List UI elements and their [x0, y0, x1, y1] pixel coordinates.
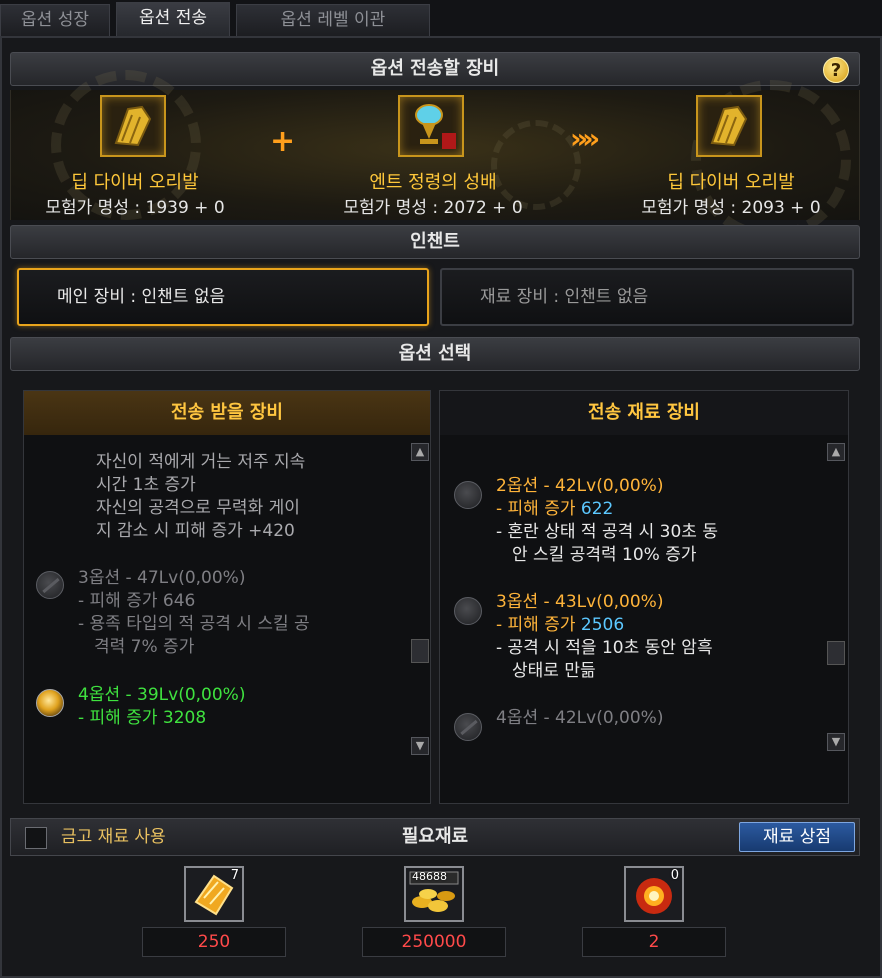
required-materials-title: 필요재료	[401, 826, 469, 847]
receive-equipment-panel: 전송 받을 장비 자신이 적에게 거는 저주 지속 시간 1초 증가 자신의 공…	[23, 390, 431, 804]
damage-label: - 피해 증가	[496, 615, 581, 635]
material-equipment-name: 엔트 정령의 성배	[369, 172, 497, 193]
material-owned-count: 7	[230, 868, 239, 883]
material-required-amount: 2	[582, 927, 726, 957]
scroll-up-icon[interactable]: ▲	[827, 443, 845, 461]
scroll-down-icon[interactable]: ▼	[827, 733, 845, 751]
material-option-2-damage: - 피해 증가 622	[496, 498, 613, 521]
continued-option-line: 시간 1초 증가	[96, 475, 196, 495]
receive-option-3-line: - 피해 증가 646	[78, 591, 196, 611]
main-equipment-name: 딥 다이버 오리발	[71, 172, 199, 193]
main-equipment-flippers-icon[interactable]	[100, 95, 166, 157]
tab-bar: 옵션 성장 옵션 전송 옵션 레벨 이관	[0, 0, 882, 36]
receive-panel-title: 전송 받을 장비	[24, 391, 430, 435]
scroll-down-icon[interactable]: ▼	[411, 737, 429, 755]
material-enchant-label: 재료 장비 : 인챈트 없음	[480, 287, 649, 307]
scrollbar-thumb[interactable]	[827, 641, 845, 665]
help-icon[interactable]: ?	[823, 57, 849, 83]
burst-orb-icon[interactable]: 0	[624, 866, 684, 922]
option-select-section-header: 옵션 선택	[10, 337, 860, 371]
material-equipment-panel: 전송 재료 장비 2옵션 - 42Lv(0,00%) - 피해 증가 622 -…	[439, 390, 849, 804]
receive-option-3-line: - 용족 타입의 적 공격 시 스킬 공	[78, 614, 310, 634]
required-materials-bar: 금고 재료 사용 필요재료 재료 상점	[10, 818, 860, 856]
scroll-up-icon[interactable]: ▲	[411, 443, 429, 461]
transfer-arrow-icon: »»	[570, 122, 600, 155]
receive-option-3-line: 격력 7% 증가	[94, 637, 195, 657]
enchant-section-title: 인챈트	[410, 231, 460, 252]
tab-option-level-transfer[interactable]: 옵션 레벨 이관	[236, 4, 430, 36]
plus-icon: +	[270, 124, 296, 159]
material-owned-count: 0	[670, 868, 679, 883]
receive-option-3-title: 3옵션 - 47Lv(0,00%)	[78, 568, 246, 588]
main-enchant-slot[interactable]: 메인 장비 : 인챈트 없음	[17, 268, 429, 326]
damage-value: 2506	[580, 615, 625, 635]
main-equipment-fame: 모험가 명성 : 1939 + 0	[45, 198, 225, 218]
material-option-3-radio[interactable]	[454, 597, 482, 625]
material-option-3-line: 상태로 만듦	[512, 661, 596, 681]
damage-label: - 피해 증가	[496, 499, 581, 519]
material-option-2-line: - 혼란 상태 적 공격 시 30초 동	[496, 522, 718, 542]
material-equipment-chalice-icon[interactable]	[398, 95, 464, 157]
tab-option-transfer[interactable]: 옵션 전송	[116, 2, 230, 36]
material-required-amount: 250000	[362, 927, 506, 957]
equipment-section-title: 옵션 전송할 장비	[370, 58, 500, 79]
material-option-2-line: 안 스킬 공격력 10% 증가	[512, 545, 697, 565]
material-option-2-radio[interactable]	[454, 481, 482, 509]
damage-value: 622	[580, 499, 614, 519]
material-option-2-title[interactable]: 2옵션 - 42Lv(0,00%)	[496, 475, 663, 498]
continued-option-line: 지 감소 시 피해 증가 +420	[96, 521, 295, 541]
receive-option-4-title[interactable]: 4옵션 - 39Lv(0,00%)	[78, 684, 245, 707]
receive-option-4-line: - 피해 증가 3208	[78, 708, 207, 728]
main-enchant-label: 메인 장비 : 인챈트 없음	[57, 287, 226, 307]
material-option-3-title[interactable]: 3옵션 - 43Lv(0,00%)	[496, 591, 663, 614]
continued-option-line: 자신이 적에게 거는 저주 지속	[96, 452, 306, 472]
gold-coins-icon[interactable]: 48688	[404, 866, 464, 922]
tab-option-growth[interactable]: 옵션 성장	[0, 4, 110, 36]
gold-crystal-icon[interactable]: 7	[184, 866, 244, 922]
material-shop-button[interactable]: 재료 상점	[739, 822, 855, 852]
result-equipment-flippers-icon[interactable]	[696, 95, 762, 157]
material-option-3-damage: - 피해 증가 2506	[496, 614, 624, 637]
material-enchant-slot[interactable]: 재료 장비 : 인챈트 없음	[440, 268, 854, 326]
receive-option-3-radio	[36, 571, 64, 599]
material-owned-count: 48688	[412, 870, 447, 883]
result-equipment-fame: 모험가 명성 : 2093 + 0	[641, 198, 821, 218]
receive-option-4-radio[interactable]	[36, 689, 64, 717]
continued-option-line: 자신의 공격으로 무력화 게이	[96, 498, 300, 518]
enchant-section-header: 인챈트	[10, 225, 860, 259]
material-required-amount: 250	[142, 927, 286, 957]
result-equipment-name: 딥 다이버 오리발	[667, 172, 795, 193]
material-option-4-title: 4옵션 - 42Lv(0,00%)	[496, 708, 664, 728]
material-option-3-line: - 공격 시 적을 10초 동안 암흑	[496, 638, 713, 658]
material-panel-title: 전송 재료 장비	[440, 391, 848, 435]
option-select-section-title: 옵션 선택	[398, 343, 472, 364]
material-equipment-fame: 모험가 명성 : 2072 + 0	[343, 198, 523, 218]
scrollbar-thumb[interactable]	[411, 639, 429, 663]
material-option-4-radio	[454, 713, 482, 741]
